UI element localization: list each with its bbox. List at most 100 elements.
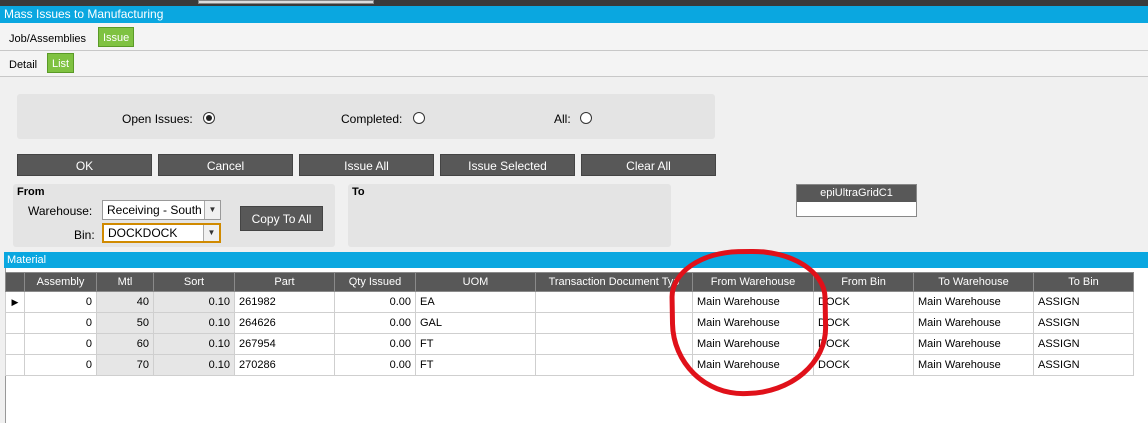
from-warehouse-label: Warehouse:	[28, 204, 93, 218]
from-bin-label: Bin:	[74, 228, 95, 242]
chevron-down-icon[interactable]: ▼	[203, 225, 219, 241]
copy-to-all-button[interactable]: Copy To All	[240, 206, 323, 231]
toolbar-input[interactable]	[198, 0, 374, 4]
cell-sort: 0.10	[153, 354, 235, 376]
cell-uom[interactable]: GAL	[415, 312, 536, 334]
material-grid: Assembly Mtl Sort Part Qty Issued UOM Tr…	[5, 272, 1134, 376]
row-selector[interactable]	[5, 354, 25, 376]
cell-qty-issued[interactable]: 0.00	[334, 333, 416, 355]
tab-issue[interactable]: Issue	[98, 27, 135, 47]
cell-from-bin[interactable]: DOCK	[813, 333, 914, 355]
col-header-from-bin[interactable]: From Bin	[813, 272, 914, 292]
cell-part[interactable]: 264626	[234, 312, 335, 334]
cell-to-warehouse[interactable]: Main Warehouse	[913, 312, 1034, 334]
cell-sort: 0.10	[153, 312, 235, 334]
tab-row-secondary: Detail List	[0, 51, 1148, 77]
to-group-title: To	[352, 186, 365, 198]
from-bin-value: DOCKDOCK	[108, 226, 178, 240]
row-selector[interactable]	[5, 312, 25, 334]
cancel-button[interactable]: Cancel	[158, 154, 293, 176]
tab-row-primary: Job/Assemblies Issue	[0, 23, 1148, 51]
cell-part[interactable]: 270286	[234, 354, 335, 376]
open-issues-radio[interactable]	[203, 112, 215, 124]
row-selector-header	[5, 272, 25, 292]
cell-to-bin[interactable]: ASSIGN	[1033, 354, 1134, 376]
from-warehouse-value: Receiving - South	[107, 203, 202, 217]
cell-assembly[interactable]: 0	[24, 291, 97, 313]
cell-to-bin[interactable]: ASSIGN	[1033, 312, 1134, 334]
cell-uom[interactable]: EA	[415, 291, 536, 313]
table-row[interactable]: 0 60 0.10 267954 0.00 FT Main Warehouse …	[5, 333, 1134, 355]
cell-uom[interactable]: FT	[415, 354, 536, 376]
cell-from-bin[interactable]: DOCK	[813, 354, 914, 376]
cell-qty-issued[interactable]: 0.00	[334, 312, 416, 334]
cell-to-warehouse[interactable]: Main Warehouse	[913, 354, 1034, 376]
issue-status-filter: Open Issues: Completed: All:	[17, 94, 715, 139]
cell-qty-issued[interactable]: 0.00	[334, 354, 416, 376]
cell-from-warehouse[interactable]: Main Warehouse	[692, 354, 814, 376]
epi-ultragrid-header: epiUltraGridC1	[797, 185, 916, 202]
cell-transaction-document-type[interactable]	[535, 333, 693, 355]
col-header-from-warehouse[interactable]: From Warehouse	[692, 272, 814, 292]
from-group-title: From	[17, 186, 45, 198]
row-selector[interactable]	[5, 333, 25, 355]
from-warehouse-combo[interactable]: Receiving - South ▼	[102, 200, 221, 220]
cell-transaction-document-type[interactable]	[535, 312, 693, 334]
tab-list[interactable]: List	[47, 53, 75, 73]
to-group: To	[348, 184, 671, 247]
col-header-assembly[interactable]: Assembly	[24, 272, 97, 292]
chevron-down-icon[interactable]: ▼	[204, 201, 220, 219]
cell-assembly[interactable]: 0	[24, 333, 97, 355]
cell-to-warehouse[interactable]: Main Warehouse	[913, 291, 1034, 313]
cell-transaction-document-type[interactable]	[535, 291, 693, 313]
cell-to-bin[interactable]: ASSIGN	[1033, 291, 1134, 313]
row-pointer-icon[interactable]: ▶	[5, 291, 25, 313]
cell-from-warehouse[interactable]: Main Warehouse	[692, 291, 814, 313]
col-header-to-bin[interactable]: To Bin	[1033, 272, 1134, 292]
table-row[interactable]: ▶ 0 40 0.10 261982 0.00 EA Main Warehous…	[5, 291, 1134, 313]
cell-mtl: 50	[96, 312, 154, 334]
cell-mtl: 40	[96, 291, 154, 313]
col-header-sort[interactable]: Sort	[153, 272, 235, 292]
col-header-transaction-document-type[interactable]: Transaction Document Typ	[535, 272, 693, 292]
cell-from-warehouse[interactable]: Main Warehouse	[692, 333, 814, 355]
cell-to-warehouse[interactable]: Main Warehouse	[913, 333, 1034, 355]
material-panel-title: Material	[4, 252, 1148, 268]
window-title: Mass Issues to Manufacturing	[0, 6, 1148, 23]
col-header-part[interactable]: Part	[234, 272, 335, 292]
from-bin-combo[interactable]: DOCKDOCK ▼	[102, 223, 221, 243]
cell-uom[interactable]: FT	[415, 333, 536, 355]
tab-job-assemblies[interactable]: Job/Assemblies	[5, 29, 90, 49]
cell-sort: 0.10	[153, 333, 235, 355]
completed-radio[interactable]	[413, 112, 425, 124]
completed-label: Completed:	[341, 112, 403, 126]
all-label: All:	[554, 112, 571, 126]
issue-selected-button[interactable]: Issue Selected	[440, 154, 575, 176]
cell-to-bin[interactable]: ASSIGN	[1033, 333, 1134, 355]
table-row[interactable]: 0 70 0.10 270286 0.00 FT Main Warehouse …	[5, 354, 1134, 376]
cell-assembly[interactable]: 0	[24, 312, 97, 334]
col-header-mtl[interactable]: Mtl	[96, 272, 154, 292]
tab-detail[interactable]: Detail	[5, 55, 41, 75]
cell-from-bin[interactable]: DOCK	[813, 291, 914, 313]
col-header-uom[interactable]: UOM	[415, 272, 536, 292]
cell-part[interactable]: 261982	[234, 291, 335, 313]
cell-mtl: 60	[96, 333, 154, 355]
cell-transaction-document-type[interactable]	[535, 354, 693, 376]
cell-assembly[interactable]: 0	[24, 354, 97, 376]
grid-header-row: Assembly Mtl Sort Part Qty Issued UOM Tr…	[5, 272, 1134, 292]
cell-from-bin[interactable]: DOCK	[813, 312, 914, 334]
issue-all-button[interactable]: Issue All	[299, 154, 434, 176]
epi-ultragrid[interactable]: epiUltraGridC1	[796, 184, 917, 217]
all-radio[interactable]	[580, 112, 592, 124]
cell-qty-issued[interactable]: 0.00	[334, 291, 416, 313]
ok-button[interactable]: OK	[17, 154, 152, 176]
cell-mtl: 70	[96, 354, 154, 376]
col-header-qty-issued[interactable]: Qty Issued	[334, 272, 416, 292]
col-header-to-warehouse[interactable]: To Warehouse	[913, 272, 1034, 292]
cell-sort: 0.10	[153, 291, 235, 313]
table-row[interactable]: 0 50 0.10 264626 0.00 GAL Main Warehouse…	[5, 312, 1134, 334]
clear-all-button[interactable]: Clear All	[581, 154, 716, 176]
cell-from-warehouse[interactable]: Main Warehouse	[692, 312, 814, 334]
cell-part[interactable]: 267954	[234, 333, 335, 355]
